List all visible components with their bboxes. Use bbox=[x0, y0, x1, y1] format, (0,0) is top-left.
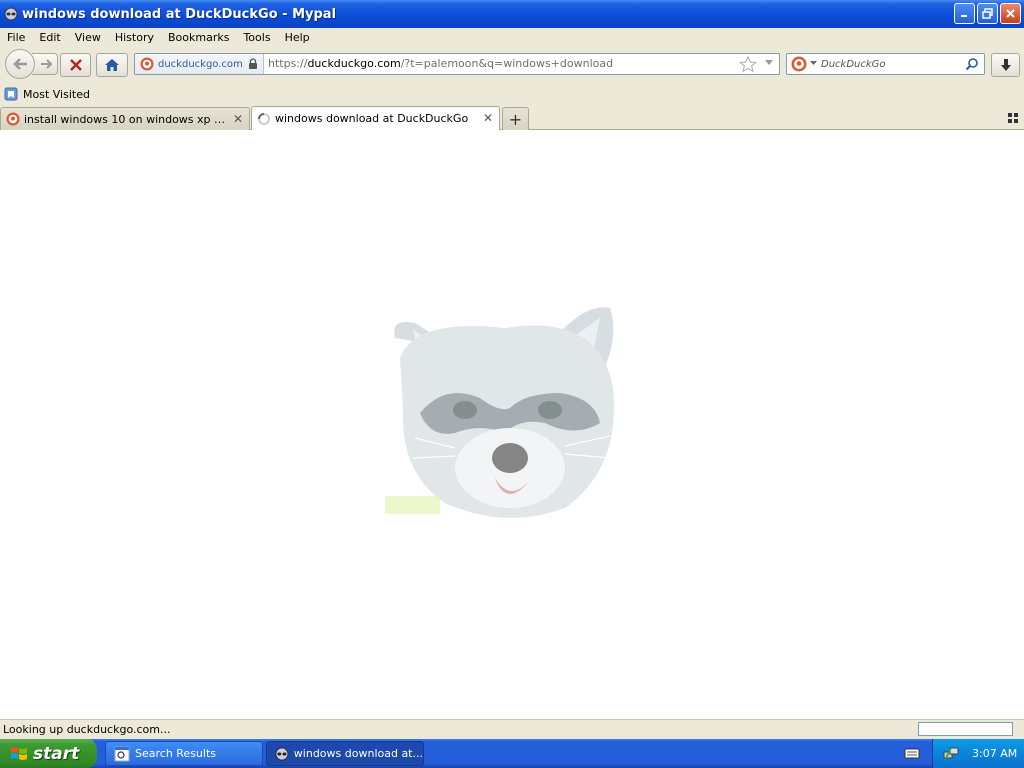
taskbar-item-mypal[interactable]: windows download at... bbox=[266, 741, 424, 766]
downloads-button[interactable] bbox=[991, 53, 1020, 77]
home-icon bbox=[105, 59, 119, 71]
minimize-button[interactable] bbox=[954, 3, 975, 24]
tab-windows-download[interactable]: windows download at DuckDuckGo ✕ bbox=[251, 106, 500, 130]
url-prefix: https:// bbox=[268, 57, 308, 70]
minimize-icon bbox=[961, 15, 967, 17]
start-label: start bbox=[33, 743, 80, 764]
close-button[interactable] bbox=[1000, 3, 1021, 24]
stop-button[interactable] bbox=[60, 53, 91, 77]
system-clock[interactable]: 3:07 AM bbox=[972, 747, 1017, 760]
network-icon[interactable] bbox=[943, 746, 959, 762]
search-engine-dropdown-icon[interactable] bbox=[810, 61, 817, 66]
title-bar: windows download at DuckDuckGo - Mypal bbox=[0, 0, 1024, 28]
navigation-toolbar: duckduckgo.com https://duckduckgo.com/?t… bbox=[0, 46, 1024, 84]
mypal-raccoon-mascot-image bbox=[385, 307, 614, 518]
tab-close-icon[interactable]: ✕ bbox=[233, 112, 243, 126]
close-icon bbox=[1006, 9, 1015, 18]
taskbar-item-label: windows download at... bbox=[293, 747, 423, 760]
loading-spinner-icon bbox=[258, 112, 270, 125]
menu-help[interactable]: Help bbox=[278, 31, 317, 44]
taskbar-item-label: Search Results bbox=[135, 747, 217, 760]
download-arrow-icon bbox=[1000, 59, 1011, 71]
url-path: /?t=palemoon&q=windows+download bbox=[400, 57, 614, 70]
forward-arrow-icon bbox=[41, 59, 53, 69]
bookmarks-toolbar: Most Visited bbox=[0, 84, 1024, 104]
windows-flag-icon bbox=[11, 746, 27, 760]
window-title: windows download at DuckDuckGo - Mypal bbox=[22, 6, 337, 22]
most-visited-bookmark[interactable]: Most Visited bbox=[0, 87, 90, 101]
bookmark-star-icon[interactable] bbox=[739, 56, 757, 73]
site-identity-button[interactable]: duckduckgo.com bbox=[135, 54, 264, 74]
menu-bookmarks[interactable]: Bookmarks bbox=[161, 31, 236, 44]
plus-icon: + bbox=[508, 109, 523, 129]
search-results-window-icon bbox=[114, 746, 130, 761]
menu-tools[interactable]: Tools bbox=[236, 31, 277, 44]
restore-button[interactable] bbox=[977, 3, 998, 24]
windows-taskbar: start Search Results windows download at… bbox=[0, 739, 1024, 768]
mypal-app-icon bbox=[4, 7, 18, 21]
search-magnifier-icon[interactable] bbox=[965, 57, 979, 71]
menu-bar: File Edit View History Bookmarks Tools H… bbox=[0, 28, 1024, 46]
bookmark-folder-icon bbox=[4, 87, 18, 101]
menu-file[interactable]: File bbox=[0, 31, 32, 44]
tab-title: install windows 10 on windows xp at Duc.… bbox=[24, 112, 229, 126]
url-dropdown-icon[interactable] bbox=[764, 59, 774, 67]
restore-icon bbox=[982, 8, 993, 19]
system-tray: 3:07 AM bbox=[932, 739, 1024, 768]
duckduckgo-favicon-icon bbox=[140, 57, 154, 71]
search-input[interactable] bbox=[821, 56, 961, 72]
start-button[interactable]: start bbox=[0, 739, 97, 768]
forward-button[interactable] bbox=[32, 53, 58, 75]
taskbar-item-search-results[interactable]: Search Results bbox=[105, 741, 263, 766]
search-bar bbox=[786, 53, 985, 75]
status-text: Looking up duckduckgo.com... bbox=[3, 723, 171, 736]
url-bar[interactable]: duckduckgo.com https://duckduckgo.com/?t… bbox=[134, 53, 780, 75]
back-arrow-icon bbox=[13, 58, 27, 70]
keyboard-language-icon[interactable] bbox=[904, 746, 920, 760]
back-button[interactable] bbox=[5, 49, 35, 79]
status-progress-box bbox=[918, 722, 1013, 736]
tab-groups-icon[interactable] bbox=[1008, 113, 1018, 123]
duckduckgo-tab-favicon-icon bbox=[6, 112, 20, 126]
tab-install-windows-10[interactable]: install windows 10 on windows xp at Duc.… bbox=[0, 107, 250, 130]
url-host: duckduckgo.com bbox=[307, 57, 401, 70]
new-tab-button[interactable]: + bbox=[502, 107, 529, 130]
menu-edit[interactable]: Edit bbox=[32, 31, 67, 44]
home-button[interactable] bbox=[96, 53, 128, 77]
tab-title: windows download at DuckDuckGo bbox=[275, 112, 469, 125]
lock-icon bbox=[249, 58, 257, 69]
mypal-taskbar-icon bbox=[275, 747, 289, 760]
url-text[interactable]: https://duckduckgo.com/?t=palemoon&q=win… bbox=[268, 57, 613, 70]
page-content bbox=[0, 130, 1024, 719]
status-bar: Looking up duckduckgo.com... bbox=[0, 719, 1024, 739]
search-engine-duckduckgo-icon[interactable] bbox=[791, 56, 807, 72]
most-visited-label: Most Visited bbox=[23, 87, 90, 101]
stop-x-icon bbox=[69, 59, 82, 71]
menu-view[interactable]: View bbox=[68, 31, 108, 44]
menu-history[interactable]: History bbox=[108, 31, 161, 44]
tab-strip: install windows 10 on windows xp at Duc.… bbox=[0, 104, 1024, 130]
tab-close-icon[interactable]: ✕ bbox=[483, 111, 493, 125]
identity-host-label: duckduckgo.com bbox=[158, 58, 243, 70]
